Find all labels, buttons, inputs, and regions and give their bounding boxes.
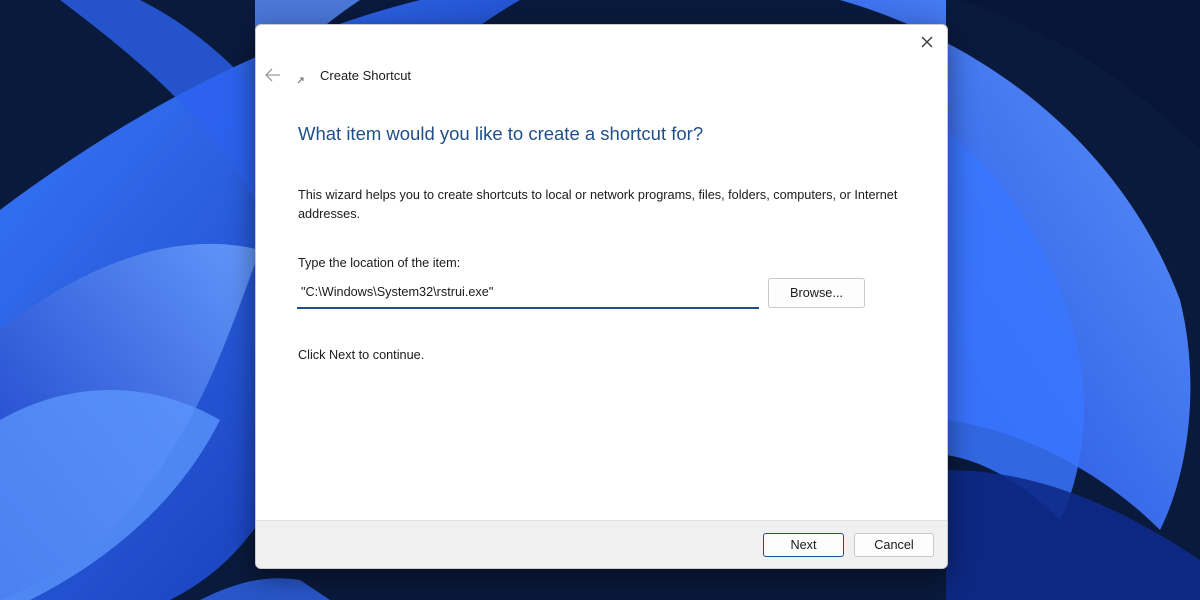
next-button[interactable]: Next: [763, 533, 844, 557]
continue-instruction: Click Next to continue.: [298, 348, 425, 362]
close-icon: [921, 36, 933, 48]
back-button[interactable]: [264, 67, 282, 83]
dialog-footer: Next Cancel: [256, 520, 947, 568]
location-input[interactable]: [297, 276, 759, 309]
wizard-heading: What item would you like to create a sho…: [298, 123, 704, 144]
shortcut-icon: [296, 72, 306, 84]
browse-button[interactable]: Browse...: [768, 278, 865, 308]
wizard-description: This wizard helps you to create shortcut…: [298, 188, 898, 221]
back-arrow-icon: [265, 68, 280, 82]
cancel-button[interactable]: Cancel: [854, 533, 934, 557]
create-shortcut-dialog: Create Shortcut What item would you like…: [255, 24, 948, 569]
close-button[interactable]: [916, 31, 938, 53]
dialog-title: Create Shortcut: [320, 68, 412, 83]
location-label: Type the location of the item:: [298, 256, 461, 270]
